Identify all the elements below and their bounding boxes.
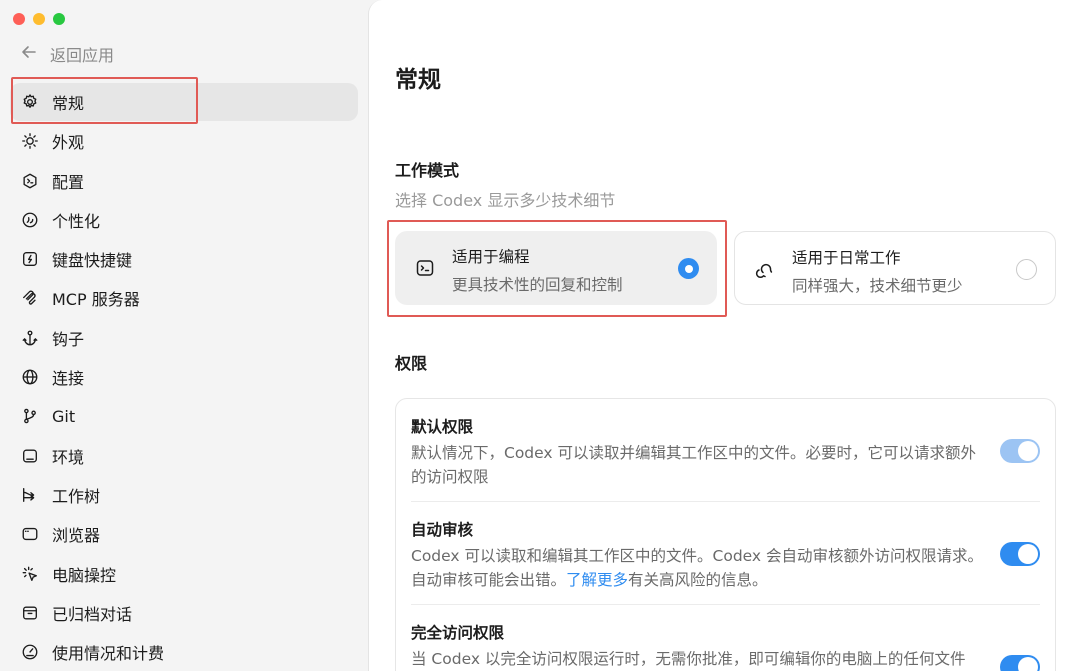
permission-title: 完全访问权限 bbox=[411, 624, 505, 642]
sidebar-item-label: 配置 bbox=[52, 172, 85, 192]
mode-radio-unselected[interactable] bbox=[1016, 259, 1037, 280]
mode-option-desc: 更具技术性的回复和控制 bbox=[452, 276, 623, 294]
divider bbox=[411, 501, 1040, 502]
permission-desc: Codex 可以读取和编辑其工作区中的文件。Codex 会自动审核额外访问权限请… bbox=[411, 544, 986, 592]
main-panel: 常规 工作模式 选择 Codex 显示多少技术细节 适用于编程 更具技术性的回复… bbox=[368, 0, 1080, 671]
keyboard-icon bbox=[20, 249, 40, 269]
sidebar-item-label: Git bbox=[52, 406, 76, 426]
close-window-button[interactable] bbox=[13, 13, 25, 25]
sidebar-item-label: 连接 bbox=[52, 369, 85, 389]
sidebar-item-appearance[interactable]: 外观 bbox=[10, 122, 358, 160]
sidebar-item-label: 工作树 bbox=[52, 486, 101, 506]
sidebar-item-label: 电脑操控 bbox=[52, 565, 117, 585]
sidebar-item-label: 键盘快捷键 bbox=[52, 251, 133, 271]
mode-option-title: 适用于编程 bbox=[452, 248, 530, 266]
sidebar-item-label: 浏览器 bbox=[52, 526, 101, 546]
sidebar-item-environment[interactable]: 环境 bbox=[10, 437, 358, 475]
sidebar-item-mcp-servers[interactable]: MCP 服务器 bbox=[10, 279, 358, 317]
anchor-icon bbox=[20, 328, 40, 348]
chat-bubbles-icon bbox=[755, 259, 775, 279]
sidebar: 返回应用 常规 外观 配置 个性化 键盘快捷键 MCP 服务器 钩子 连接 Gi… bbox=[0, 0, 368, 671]
sidebar-item-hooks[interactable]: 钩子 bbox=[10, 319, 358, 357]
full-access-toggle[interactable] bbox=[1000, 655, 1040, 671]
browser-icon bbox=[20, 524, 40, 544]
back-label: 返回应用 bbox=[50, 46, 115, 65]
auto-review-toggle[interactable] bbox=[1000, 542, 1040, 566]
gauge-icon bbox=[20, 642, 40, 662]
work-mode-subtitle: 选择 Codex 显示多少技术细节 bbox=[395, 191, 616, 210]
divider bbox=[411, 604, 1040, 605]
sidebar-item-label: 已归档对话 bbox=[52, 604, 133, 624]
sidebar-item-label: 环境 bbox=[52, 447, 85, 467]
worktree-icon bbox=[20, 485, 40, 505]
sidebar-item-worktree[interactable]: 工作树 bbox=[10, 476, 358, 514]
environment-icon bbox=[20, 446, 40, 466]
sidebar-item-label: 外观 bbox=[52, 133, 85, 153]
mode-radio-selected[interactable] bbox=[678, 258, 699, 279]
learn-more-link[interactable]: 了解更多 bbox=[566, 571, 628, 589]
minimize-window-button[interactable] bbox=[33, 13, 45, 25]
sidebar-item-label: 常规 bbox=[52, 94, 85, 113]
mcp-icon bbox=[20, 288, 40, 308]
sidebar-item-label: 钩子 bbox=[52, 329, 85, 349]
sidebar-item-general[interactable]: 常规 bbox=[10, 83, 358, 121]
personalize-icon bbox=[20, 210, 40, 230]
sidebar-item-usage-billing[interactable]: 使用情况和计费 bbox=[10, 633, 358, 671]
cursor-click-icon bbox=[20, 564, 40, 584]
sidebar-item-label: MCP 服务器 bbox=[52, 290, 140, 310]
mode-option-daily-work[interactable]: 适用于日常工作 同样强大，技术细节更少 bbox=[734, 231, 1056, 305]
gear-icon bbox=[20, 92, 40, 112]
permissions-title: 权限 bbox=[395, 354, 428, 373]
permissions-card: 默认权限 默认情况下，Codex 可以读取并编辑其工作区中的文件。必要时，它可以… bbox=[395, 398, 1056, 671]
zoom-window-button[interactable] bbox=[53, 13, 65, 25]
permission-desc: 当 Codex 以完全访问权限运行时，无需你批准，即可编辑你的电脑上的任何文件 bbox=[411, 650, 966, 668]
sidebar-item-archived-chats[interactable]: 已归档对话 bbox=[10, 594, 358, 632]
terminal-icon bbox=[415, 258, 435, 278]
git-branch-icon bbox=[20, 406, 40, 426]
archive-icon bbox=[20, 603, 40, 623]
sidebar-item-computer-control[interactable]: 电脑操控 bbox=[10, 555, 358, 593]
sidebar-item-label: 使用情况和计费 bbox=[52, 644, 165, 664]
permission-desc: 默认情况下，Codex 可以读取并编辑其工作区中的文件。必要时，它可以请求额外的… bbox=[411, 444, 977, 486]
arrow-left-icon bbox=[20, 43, 38, 65]
mode-option-title: 适用于日常工作 bbox=[792, 249, 901, 267]
default-permission-toggle[interactable] bbox=[1000, 439, 1040, 463]
permission-title: 自动审核 bbox=[411, 521, 474, 539]
mode-option-desc: 同样强大，技术细节更少 bbox=[792, 277, 963, 295]
permission-desc-text: 有关高风险的信息。 bbox=[628, 571, 768, 589]
globe-icon bbox=[20, 367, 40, 387]
permission-title: 默认权限 bbox=[411, 418, 474, 436]
settings-window: 返回应用 常规 外观 配置 个性化 键盘快捷键 MCP 服务器 钩子 连接 Gi… bbox=[0, 0, 1080, 671]
sidebar-item-browser[interactable]: 浏览器 bbox=[10, 515, 358, 553]
settings-nav: 常规 外观 配置 个性化 键盘快捷键 MCP 服务器 钩子 连接 Git 环境 … bbox=[10, 83, 358, 671]
page-title: 常规 bbox=[395, 67, 441, 93]
mode-option-coding[interactable]: 适用于编程 更具技术性的回复和控制 bbox=[395, 231, 717, 305]
sidebar-item-label: 个性化 bbox=[52, 211, 101, 231]
config-icon bbox=[20, 171, 40, 191]
back-to-app-button[interactable]: 返回应用 bbox=[20, 42, 114, 66]
sidebar-item-keyboard-shortcuts[interactable]: 键盘快捷键 bbox=[10, 240, 358, 278]
work-mode-title: 工作模式 bbox=[395, 161, 460, 180]
sidebar-item-config[interactable]: 配置 bbox=[10, 162, 358, 200]
sidebar-item-git[interactable]: Git bbox=[10, 397, 358, 435]
window-controls bbox=[13, 13, 65, 25]
sun-icon bbox=[20, 131, 40, 151]
sidebar-item-connections[interactable]: 连接 bbox=[10, 358, 358, 396]
sidebar-item-personalization[interactable]: 个性化 bbox=[10, 201, 358, 239]
